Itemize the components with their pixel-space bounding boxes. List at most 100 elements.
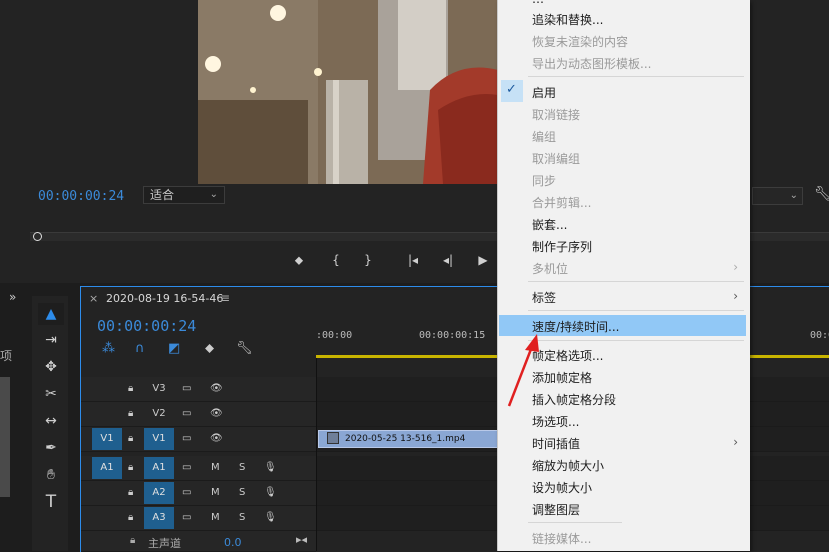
monitor-playhead[interactable]	[33, 232, 42, 241]
menu-item-make-subsequence[interactable]: 制作子序列	[532, 238, 592, 255]
lock-icon[interactable]: 🔒︎	[128, 403, 133, 425]
lock-icon[interactable]: 🔒︎	[130, 535, 135, 546]
menu-item-field-options[interactable]: 场选项...	[532, 413, 579, 430]
sync-lock-icon[interactable]: ▭	[182, 507, 191, 529]
solo-button[interactable]: S	[239, 482, 245, 504]
menu-item-restore-unrendered[interactable]: 恢复未渲染的内容	[532, 33, 628, 50]
menu-item-adjustment-layer[interactable]: 调整图层	[532, 501, 580, 518]
sync-lock-icon[interactable]: ▭	[182, 428, 191, 450]
track-name-a3[interactable]: A3	[144, 507, 174, 529]
sync-lock-icon[interactable]: ▭	[182, 482, 191, 504]
project-scrollbar[interactable]	[0, 377, 10, 497]
microphone-icon[interactable]: 🎙︎	[264, 482, 277, 504]
menu-item-export-mogrt[interactable]: 导出为动态图形模板...	[532, 55, 651, 72]
eye-icon[interactable]: 👁︎	[210, 378, 223, 400]
mark-in-icon[interactable]: {	[328, 253, 344, 267]
menu-item-nest[interactable]: 嵌套...	[532, 216, 567, 233]
lock-icon[interactable]: 🔒︎	[128, 457, 133, 479]
wrench-icon[interactable]: 🔧︎	[814, 186, 829, 202]
project-item-label: 项	[0, 349, 13, 363]
source-patch-a1[interactable]: A1	[92, 457, 122, 479]
step-back-icon[interactable]: ◂|	[440, 253, 456, 267]
track-header-master	[81, 531, 316, 552]
sync-lock-icon[interactable]: ▭	[182, 403, 191, 425]
chevron-down-icon: ⌄	[209, 189, 218, 200]
menu-icon[interactable]: ≡	[220, 291, 230, 305]
chevron-right-icon: ›	[733, 289, 738, 303]
menu-item-ungroup[interactable]: 取消编组	[532, 150, 580, 167]
ripple-edit-tool-icon[interactable]: ✥	[38, 356, 64, 378]
pen-tool-icon[interactable]: ✒︎	[38, 437, 64, 459]
lock-icon[interactable]: 🔒︎	[128, 378, 133, 400]
track-name-v2[interactable]: V2	[144, 403, 174, 425]
annotation-arrow-icon	[507, 334, 539, 407]
menu-item-group[interactable]: 编组	[532, 128, 556, 145]
resolution-select[interactable]: ⌄	[752, 187, 803, 205]
track-name-v3[interactable]: V3	[144, 378, 174, 400]
menu-item-set-to-frame[interactable]: 设为帧大小	[532, 479, 592, 496]
hand-tool-icon[interactable]: ✋︎	[38, 464, 64, 486]
solo-button[interactable]: S	[239, 457, 245, 479]
razor-tool-icon[interactable]: ✂︎	[38, 383, 64, 405]
menu-item-partial[interactable]: …	[532, 0, 544, 6]
add-marker-icon[interactable]: ⬥	[205, 341, 214, 356]
mark-out-icon[interactable]: }	[360, 253, 376, 267]
menu-separator	[528, 76, 744, 77]
source-patch-v1[interactable]: V1	[92, 428, 122, 450]
lock-icon[interactable]: 🔒︎	[128, 507, 133, 529]
menu-item-scale-to-frame[interactable]: 缩放为帧大小	[532, 457, 604, 474]
marker-icon[interactable]: ⬥	[291, 253, 307, 268]
track-name-a2[interactable]: A2	[144, 482, 174, 504]
panel-overflow-icon[interactable]: »	[9, 290, 16, 304]
menu-item-link-media[interactable]: 链接媒体...	[532, 530, 591, 547]
menu-item-enable[interactable]: 启用	[532, 84, 556, 101]
menu-separator	[528, 340, 744, 341]
program-timecode[interactable]: 00:00:00:24	[38, 189, 124, 204]
mute-button[interactable]: M	[211, 507, 220, 529]
menu-item-render-replace[interactable]: 追染和替换...	[532, 11, 603, 28]
menu-item-merge-clips[interactable]: 合并剪辑...	[532, 194, 591, 211]
track-select-tool-icon[interactable]: ⇥	[38, 329, 64, 351]
play-icon[interactable]: ▶	[475, 253, 491, 267]
divider	[316, 358, 317, 551]
menu-item-unlink[interactable]: 取消链接	[532, 106, 580, 123]
solo-button[interactable]: S	[239, 507, 245, 529]
menu-item-synchronize[interactable]: 同步	[532, 172, 556, 189]
fit-select[interactable]: 适合 ⌄	[143, 186, 225, 204]
snap-icon[interactable]: ∩	[135, 341, 145, 356]
menu-item-time-interpolation[interactable]: 时间插值	[532, 435, 580, 452]
close-icon[interactable]: ×	[89, 292, 98, 305]
video-preview	[198, 0, 498, 184]
linked-selection-icon[interactable]: ◩	[168, 341, 180, 356]
sequence-tab[interactable]: 2020-08-19 16-54-46	[106, 292, 223, 305]
type-tool-icon[interactable]: T	[38, 491, 64, 513]
lock-icon[interactable]: 🔒︎	[128, 428, 133, 450]
ruler-label: 00:00:00:15	[419, 330, 486, 341]
wrench-icon[interactable]: 🔧︎	[236, 341, 253, 356]
microphone-icon[interactable]: 🎙︎	[264, 507, 277, 529]
track-name-a1[interactable]: A1	[144, 457, 174, 479]
context-menu: ✓ … 追染和替换... 恢复未渲染的内容 导出为动态图形模板... 启用 取消…	[497, 0, 750, 551]
sync-lock-icon[interactable]: ▭	[182, 457, 191, 479]
timeline-timecode[interactable]: 00:00:00:24	[97, 317, 196, 335]
sync-lock-icon[interactable]: ▭	[182, 378, 191, 400]
clip-fx-icon	[327, 432, 339, 444]
mute-button[interactable]: M	[211, 457, 220, 479]
mute-button[interactable]: M	[211, 482, 220, 504]
nest-icon[interactable]: ⁂	[102, 341, 115, 356]
menu-item-multi-camera[interactable]: 多机位	[532, 260, 568, 277]
video-clip[interactable]: 2020-05-25 13-516_1.mp4	[318, 430, 498, 448]
microphone-icon[interactable]: 🎙︎	[264, 457, 277, 479]
chevron-right-icon: ›	[733, 435, 738, 449]
master-volume-value[interactable]: 0.0	[224, 536, 242, 549]
go-to-in-icon[interactable]: |◂	[405, 253, 421, 267]
menu-separator	[528, 522, 622, 523]
lock-icon[interactable]: 🔒︎	[128, 482, 133, 504]
eye-icon[interactable]: 👁︎	[210, 428, 223, 450]
track-name-v1[interactable]: V1	[144, 428, 174, 450]
go-to-end-icon[interactable]: ▸◂	[296, 533, 307, 546]
selection-tool-icon[interactable]: ▲	[38, 303, 64, 325]
eye-icon[interactable]: 👁︎	[210, 403, 223, 425]
slip-tool-icon[interactable]: ↔	[38, 410, 64, 432]
menu-item-label[interactable]: 标签	[532, 289, 556, 306]
